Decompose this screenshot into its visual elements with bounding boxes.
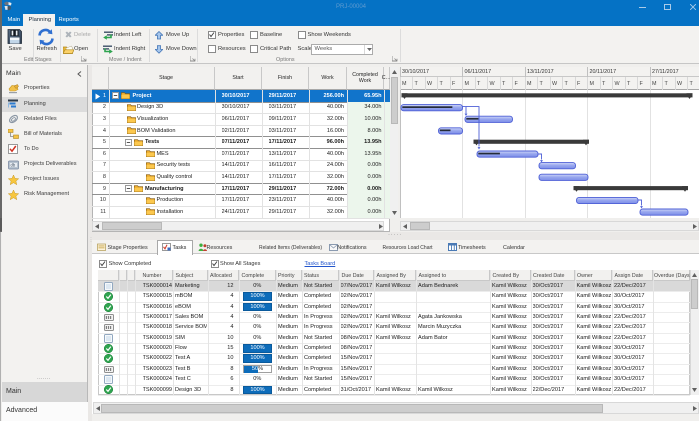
svg-text:db: db — [11, 162, 16, 167]
